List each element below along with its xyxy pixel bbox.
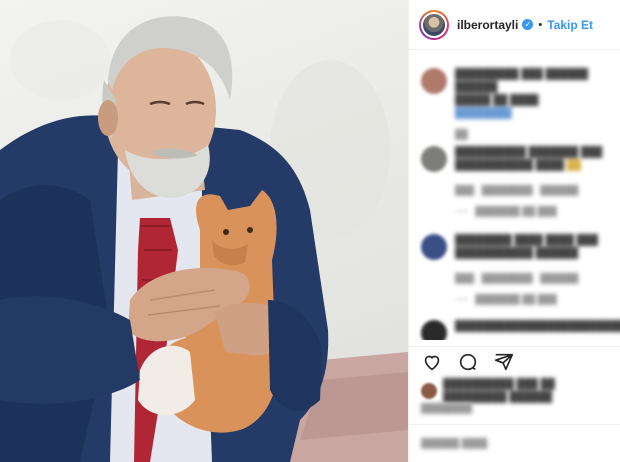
blurred-meta: ████████: [421, 403, 473, 413]
blurred-meta: ██: [455, 129, 468, 139]
comments-list: █████████ ███ ██████ ██████ █████ ██ ████…: [409, 50, 620, 340]
post-sidebar: ilberortayli ✓ • Takip Et █████████ ███ …: [408, 0, 620, 462]
post-photo: [0, 0, 408, 462]
separator: •: [538, 18, 543, 31]
username[interactable]: ilberortayli: [457, 18, 518, 32]
avatar: [421, 383, 437, 399]
avatar: [421, 320, 447, 340]
blurred-text: ██████ ████: [421, 438, 488, 448]
list-item: ██████████████████████████: [421, 320, 620, 340]
post-header: ilberortayli ✓ • Takip Et: [409, 0, 620, 50]
verified-badge-icon: ✓: [522, 19, 534, 30]
follow-button[interactable]: Takip Et: [547, 18, 593, 32]
add-comment-area[interactable]: ██████ ████: [409, 424, 620, 462]
blurred-text: ██████████ ███ ██ █████████ ██████: [443, 379, 555, 403]
blurred-meta: ── ███████ ██ ███: [455, 294, 557, 304]
list-item: ██████████ ███████ ███ ███████████ ████ █…: [421, 146, 611, 218]
post-image: [0, 16, 408, 462]
blurred-meta: ── ███████ ██ ███: [455, 206, 557, 216]
blurred-text: ████████ ████ ████ ███ ███████████ ██████: [455, 235, 598, 259]
likes-row: ██████████ ███ ██ █████████ ██████: [421, 378, 617, 404]
heart-icon[interactable]: [421, 351, 443, 373]
action-bar: [409, 346, 620, 376]
avatar: [421, 234, 447, 260]
blurred-text: █████████ ███ ██████ ██████ █████ ██ ████…: [455, 69, 589, 119]
blurred-meta: ███ ████████ ██████: [455, 273, 579, 283]
avatar: [421, 146, 447, 172]
comment-bubble-icon[interactable]: [457, 351, 479, 373]
blurred-text: ██████████ ███████ ███ ███████████ ████ █…: [455, 147, 603, 171]
blurred-text: ██████████████████████████: [455, 321, 620, 332]
avatar[interactable]: [419, 9, 449, 40]
share-arrow-icon[interactable]: [493, 351, 515, 373]
list-item: ████████ ████ ████ ███ ███████████ ██████…: [421, 234, 611, 306]
avatar: [421, 68, 447, 94]
blurred-meta: ███ ████████ ██████: [455, 185, 579, 195]
caption: █████████ ███ ██████ ██████ █████ ██ ████…: [421, 68, 611, 120]
